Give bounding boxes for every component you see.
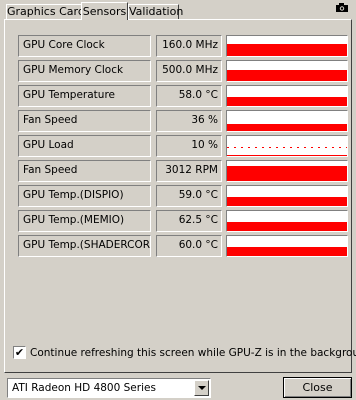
sensor-name[interactable]: GPU Memory Clock [18, 60, 151, 82]
sensor-graph-fill [227, 44, 347, 56]
tab-graphics-card[interactable]: Graphics Card [6, 4, 85, 19]
sensor-row-gpu-memory-clock: GPU Memory Clock 500.0 MHz [18, 60, 348, 82]
sensor-graph [226, 85, 348, 107]
sensor-graph [226, 210, 348, 232]
gpu-select-dropdown-button[interactable] [194, 380, 209, 396]
sensor-graph [226, 235, 348, 257]
sensor-value[interactable]: 62.5 °C [156, 210, 222, 232]
sensor-name[interactable]: GPU Temp.(SHADERCORE) [18, 235, 151, 257]
sensor-value[interactable]: 60.0 °C [156, 235, 222, 257]
sensor-graph-fill [227, 247, 347, 256]
sensor-graph [226, 60, 348, 82]
sensor-name[interactable]: GPU Temp.(DISPIO) [18, 185, 151, 207]
sensor-row-gpu-temp-memio: GPU Temp.(MEMIO) 62.5 °C [18, 210, 348, 232]
sensor-name[interactable]: GPU Temperature [18, 85, 151, 107]
sensor-value[interactable]: 58.0 °C [156, 85, 222, 107]
sensor-name[interactable]: GPU Load [18, 135, 151, 157]
sensor-graph-fill [227, 97, 347, 106]
sensors-panel: GPU Core Clock 160.0 MHz GPU Memory Cloc… [4, 19, 352, 373]
refresh-label[interactable]: Continue refreshing this screen while GP… [30, 346, 356, 360]
chevron-down-icon [198, 386, 206, 390]
sensor-row-gpu-temperature: GPU Temperature 58.0 °C [18, 85, 348, 107]
sensor-graph-fill [227, 124, 347, 131]
sensor-name[interactable]: GPU Temp.(MEMIO) [18, 210, 151, 232]
sensor-row-gpu-load: GPU Load 10 % [18, 135, 348, 157]
sensor-row-fan-speed-percent: Fan Speed 36 % [18, 110, 348, 132]
tab-sensors[interactable]: Sensors [81, 2, 128, 20]
sensor-value[interactable]: 500.0 MHz [156, 60, 222, 82]
sensor-value[interactable]: 3012 RPM [156, 160, 222, 182]
sensor-name[interactable]: GPU Core Clock [18, 35, 151, 57]
sensor-graph [226, 35, 348, 57]
sensor-row-gpu-core-clock: GPU Core Clock 160.0 MHz [18, 35, 348, 57]
sensor-graph-fill [227, 222, 347, 231]
tab-validation[interactable]: Validation [128, 4, 183, 19]
sensor-value[interactable]: 160.0 MHz [156, 35, 222, 57]
sensor-row-gpu-temp-dispio: GPU Temp.(DISPIO) 59.0 °C [18, 185, 348, 207]
sensor-name[interactable]: Fan Speed [18, 160, 151, 182]
sensor-graph [226, 135, 348, 157]
sensor-value[interactable]: 10 % [156, 135, 222, 157]
sensor-value[interactable]: 36 % [156, 110, 222, 132]
sensor-row-fan-speed-rpm: Fan Speed 3012 RPM [18, 160, 348, 182]
sensor-graph-fill [227, 166, 347, 181]
sensor-graph [226, 185, 348, 207]
sensor-graph-fill [227, 197, 347, 206]
gpu-select-value: ATI Radeon HD 4800 Series [12, 382, 156, 394]
refresh-checkbox[interactable]: ✔ [13, 346, 26, 359]
camera-icon[interactable] [336, 3, 348, 12]
sensor-value[interactable]: 59.0 °C [156, 185, 222, 207]
close-button[interactable]: Close [283, 377, 352, 398]
sensor-graph-dots [227, 147, 347, 148]
sensor-graph-fill [227, 70, 347, 81]
sensor-graph [226, 160, 348, 182]
tab-strip: Graphics Card Sensors Validation [2, 2, 354, 20]
gpu-select[interactable]: ATI Radeon HD 4800 Series [7, 378, 211, 398]
sensor-graph-fill [227, 155, 347, 156]
sensor-name[interactable]: Fan Speed [18, 110, 151, 132]
sensor-graph [226, 110, 348, 132]
sensor-row-gpu-temp-shadercore: GPU Temp.(SHADERCORE) 60.0 °C [18, 235, 348, 257]
